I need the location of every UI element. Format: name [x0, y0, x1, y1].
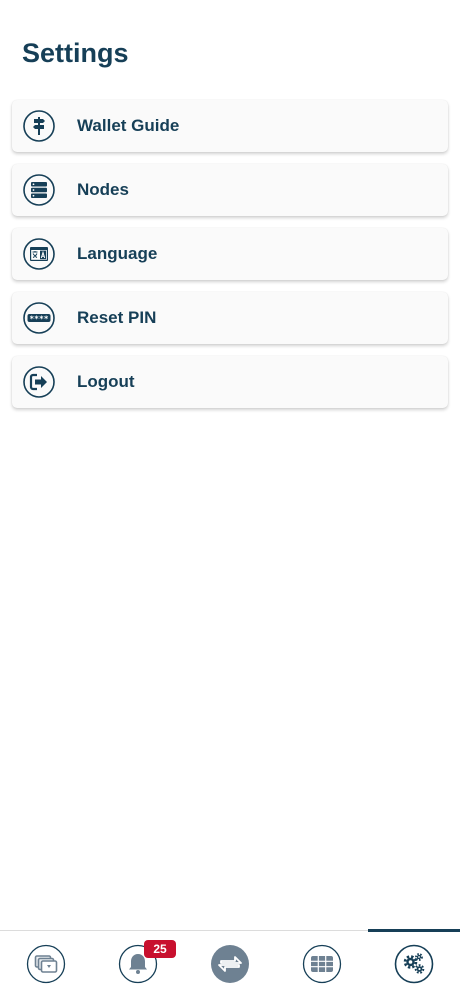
menu-item-nodes[interactable]: Nodes	[12, 164, 448, 216]
wallet-cards-icon	[26, 944, 66, 989]
swap-arrows-icon	[210, 944, 250, 989]
menu-item-language[interactable]: Language	[12, 228, 448, 280]
logout-icon	[23, 366, 55, 398]
tab-wallet[interactable]	[26, 944, 66, 989]
menu-item-label: Wallet Guide	[77, 116, 180, 135]
tab-transfer[interactable]	[210, 944, 250, 989]
active-tab-indicator	[368, 929, 460, 932]
gears-icon	[394, 944, 434, 989]
settings-menu: Wallet Guide Nodes Language **** Reset P…	[12, 100, 448, 420]
bottom-tab-bar: 25	[0, 929, 460, 996]
pin-keypad-icon: ****	[23, 302, 55, 334]
server-icon	[23, 174, 55, 206]
grid-icon	[302, 944, 342, 989]
menu-item-reset-pin[interactable]: **** Reset PIN	[12, 292, 448, 344]
tab-notifications[interactable]: 25	[118, 940, 176, 986]
menu-item-wallet-guide[interactable]: Wallet Guide	[12, 100, 448, 152]
settings-screen: Settings Wallet Guide Nodes Language ***…	[0, 0, 460, 996]
translate-icon	[23, 238, 55, 270]
menu-item-label: Nodes	[77, 180, 129, 199]
page-title: Settings	[22, 38, 129, 68]
signpost-icon	[23, 110, 55, 142]
tab-apps[interactable]	[302, 944, 342, 989]
svg-text:****: ****	[29, 315, 48, 324]
menu-item-label: Logout	[77, 372, 135, 391]
notification-count-badge: 25	[144, 940, 176, 958]
menu-item-logout[interactable]: Logout	[12, 356, 448, 408]
menu-item-label: Reset PIN	[77, 308, 157, 327]
menu-item-label: Language	[77, 244, 158, 263]
tab-settings[interactable]	[394, 944, 434, 989]
